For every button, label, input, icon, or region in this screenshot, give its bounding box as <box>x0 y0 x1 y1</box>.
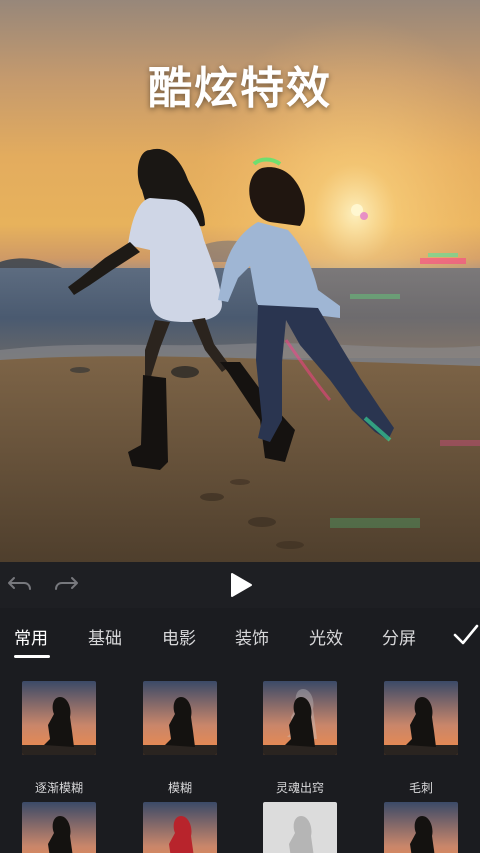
checkmark-icon[interactable] <box>452 622 480 648</box>
effect-thumbnail <box>143 681 217 755</box>
tab-decoration[interactable]: 装饰 <box>235 624 269 649</box>
effect-thumbnail <box>384 681 458 755</box>
effects-grid: 逐渐模糊 模糊 灵魂出窍 毛刺 <box>0 664 480 853</box>
effect-thumbnail <box>143 802 217 853</box>
tab-light[interactable]: 光效 <box>309 624 343 649</box>
effect-thumbnail <box>22 802 96 853</box>
effect-thumbnail <box>263 802 337 853</box>
playback-controls <box>0 562 480 608</box>
category-tabs: 常用 基础 电影 装饰 光效 分屏 <box>0 608 480 664</box>
tab-movie[interactable]: 电影 <box>162 624 196 649</box>
effect-label: 毛刺 <box>408 781 433 795</box>
tab-split-screen[interactable]: 分屏 <box>382 624 416 649</box>
effect-thumbnail <box>263 681 337 755</box>
effect-title: 酷炫特效 <box>148 63 332 114</box>
effect-label: 灵魂出窍 <box>275 781 324 795</box>
play-icon[interactable] <box>224 568 258 602</box>
effect-thumbnail <box>384 802 458 853</box>
video-preview[interactable]: 酷炫特效 <box>0 0 480 562</box>
tab-common[interactable]: 常用 <box>14 624 48 649</box>
tab-basic[interactable]: 基础 <box>88 624 122 649</box>
undo-icon[interactable] <box>2 570 34 600</box>
effect-thumbnail <box>22 681 96 755</box>
redo-icon[interactable] <box>52 570 84 600</box>
effect-label: 模糊 <box>167 781 192 795</box>
active-tab-indicator <box>14 655 50 658</box>
effect-label: 逐渐模糊 <box>34 781 83 795</box>
